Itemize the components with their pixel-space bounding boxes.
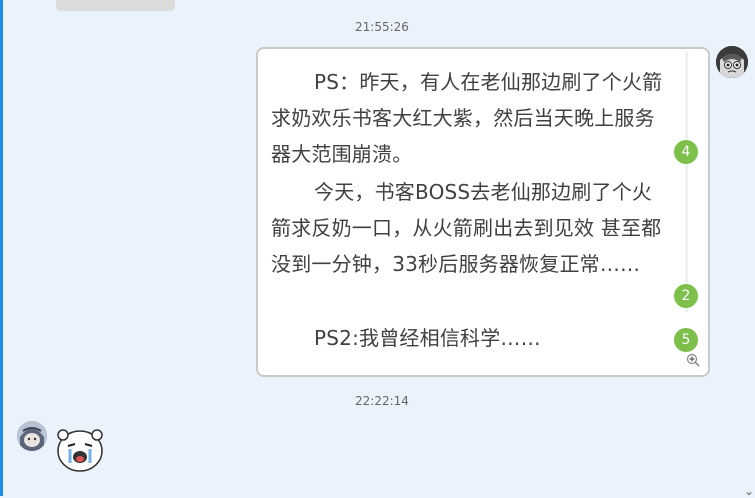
zoom-in-icon[interactable] — [686, 352, 700, 367]
message-paragraph: PS：昨天，有人在老仙那边刷了个火箭求奶欢乐书客大红大紫，然后当天晚上服务器大范… — [271, 70, 663, 166]
message-paragraph: 今天，书客BOSS去老仙那边刷了个火箭求反奶一口，从火箭刷出去到见效 甚至都没到… — [271, 180, 662, 276]
previous-message-bubble[interactable] — [56, 0, 175, 11]
other-user-avatar-icon[interactable] — [17, 421, 47, 451]
message-paragraph: PS2:我曾经相信科学…… — [314, 326, 541, 350]
self-avatar-icon[interactable] — [716, 46, 748, 78]
window-left-border — [0, 0, 3, 496]
message-timestamp: 22:22:14 — [355, 394, 409, 408]
message-timestamp: 21:55:26 — [355, 20, 409, 34]
reaction-count-badge[interactable]: 2 — [674, 284, 698, 308]
crying-bear-sticker-icon[interactable] — [55, 427, 105, 473]
message-scrollbar[interactable] — [685, 52, 688, 312]
reaction-count-badge[interactable]: 5 — [674, 328, 698, 352]
reaction-count-badge[interactable]: 4 — [674, 140, 698, 164]
